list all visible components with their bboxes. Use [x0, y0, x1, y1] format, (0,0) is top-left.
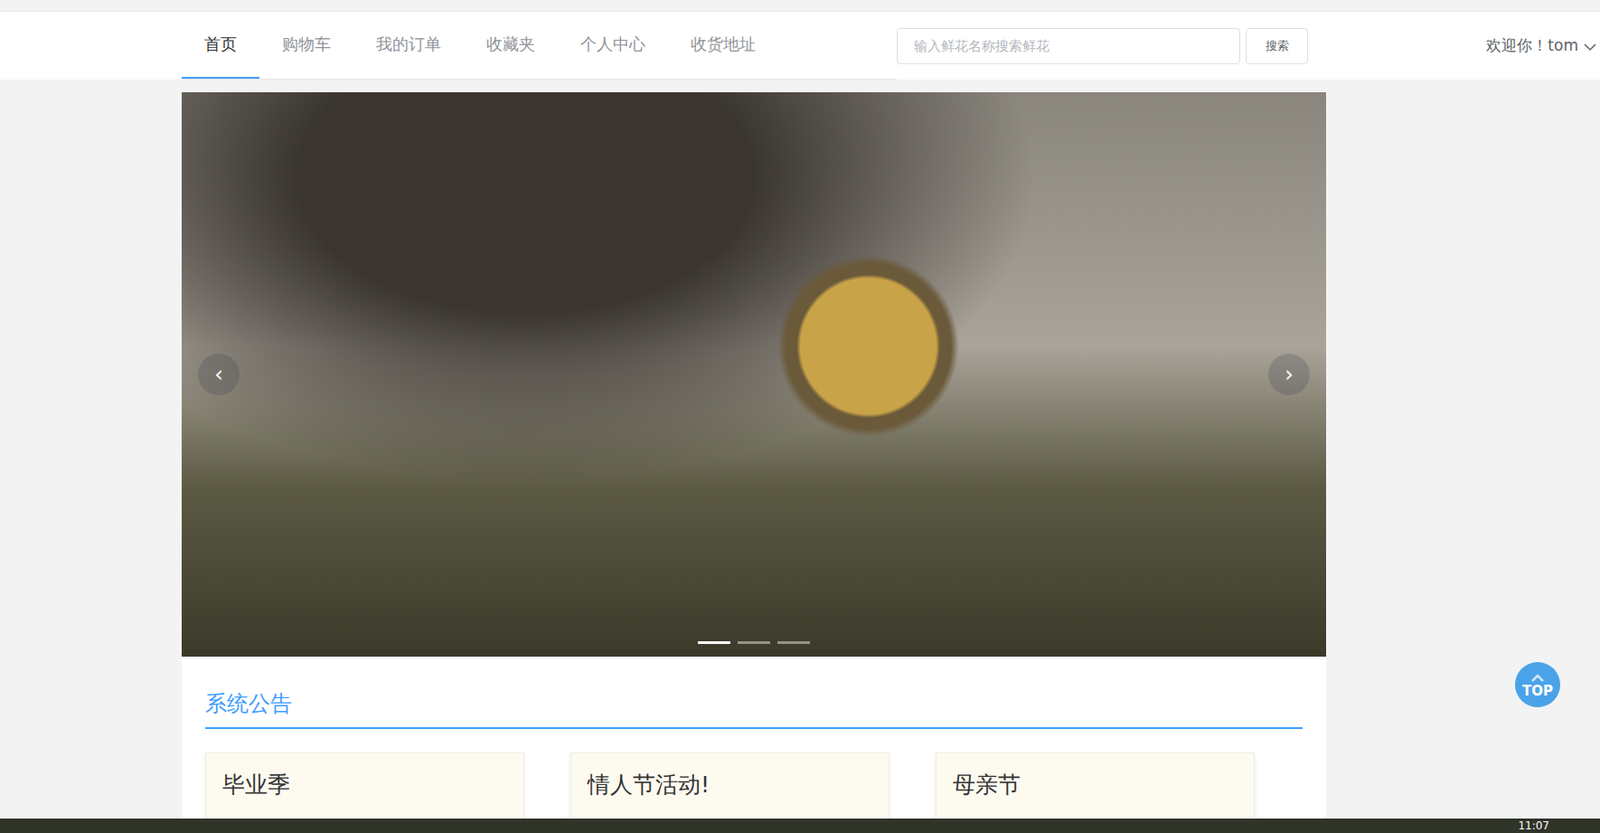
carousel-indicator[interactable]: [777, 640, 810, 644]
banner-carousel[interactable]: ‹›: [181, 92, 1327, 657]
carousel-prev-button[interactable]: ‹: [197, 353, 240, 396]
nav-tab[interactable]: 我的订单: [353, 11, 464, 79]
back-to-top-button[interactable]: TOP: [1515, 661, 1561, 707]
arrow-up-icon: [1530, 670, 1545, 685]
main-content: ‹›系统公告毕业季情人节活动!母亲节: [181, 92, 1327, 833]
taskbar: 11:07: [0, 818, 1600, 833]
carousel-indicator[interactable]: [737, 640, 771, 644]
nav-tab[interactable]: 购物车: [259, 11, 354, 79]
nav-tab[interactable]: 收藏夹: [463, 11, 558, 79]
nav-tab[interactable]: 个人中心: [557, 11, 669, 79]
search-bar: 搜索: [896, 11, 1309, 80]
top-strip: [0, 0, 1600, 12]
chevron-down-icon[interactable]: [1583, 37, 1597, 56]
notice-card-title[interactable]: 情人节活动!: [587, 769, 873, 800]
user-greeting[interactable]: 欢迎你！tom: [1486, 35, 1579, 57]
taskbar-clock: 11:07: [1517, 818, 1550, 832]
notice-panel: 系统公告毕业季 情人节活动! 母亲节: [181, 656, 1327, 833]
notice-title: 系统公告: [205, 688, 1303, 729]
search-input[interactable]: [896, 28, 1241, 65]
nav-bar: 首页购物车我的订单收藏夹个人中心收货地址 搜索 欢迎你！tom: [0, 11, 1600, 80]
user-menu[interactable]: 欢迎你！tom: [1486, 11, 1600, 80]
notice-card-title[interactable]: 母亲节: [952, 769, 1238, 800]
carousel-indicator[interactable]: [697, 640, 731, 644]
carousel-next-button[interactable]: ›: [1268, 353, 1310, 396]
back-to-top-label[interactable]: TOP: [1522, 684, 1553, 698]
nav-tab[interactable]: 首页: [181, 11, 260, 79]
search-button[interactable]: 搜索: [1245, 28, 1309, 65]
carousel-indicators: [181, 640, 1327, 644]
nav-tab[interactable]: 收货地址: [668, 11, 779, 79]
notice-card-title[interactable]: 毕业季: [222, 769, 508, 800]
nav-menu: 首页购物车我的订单收藏夹个人中心收货地址: [181, 11, 897, 80]
